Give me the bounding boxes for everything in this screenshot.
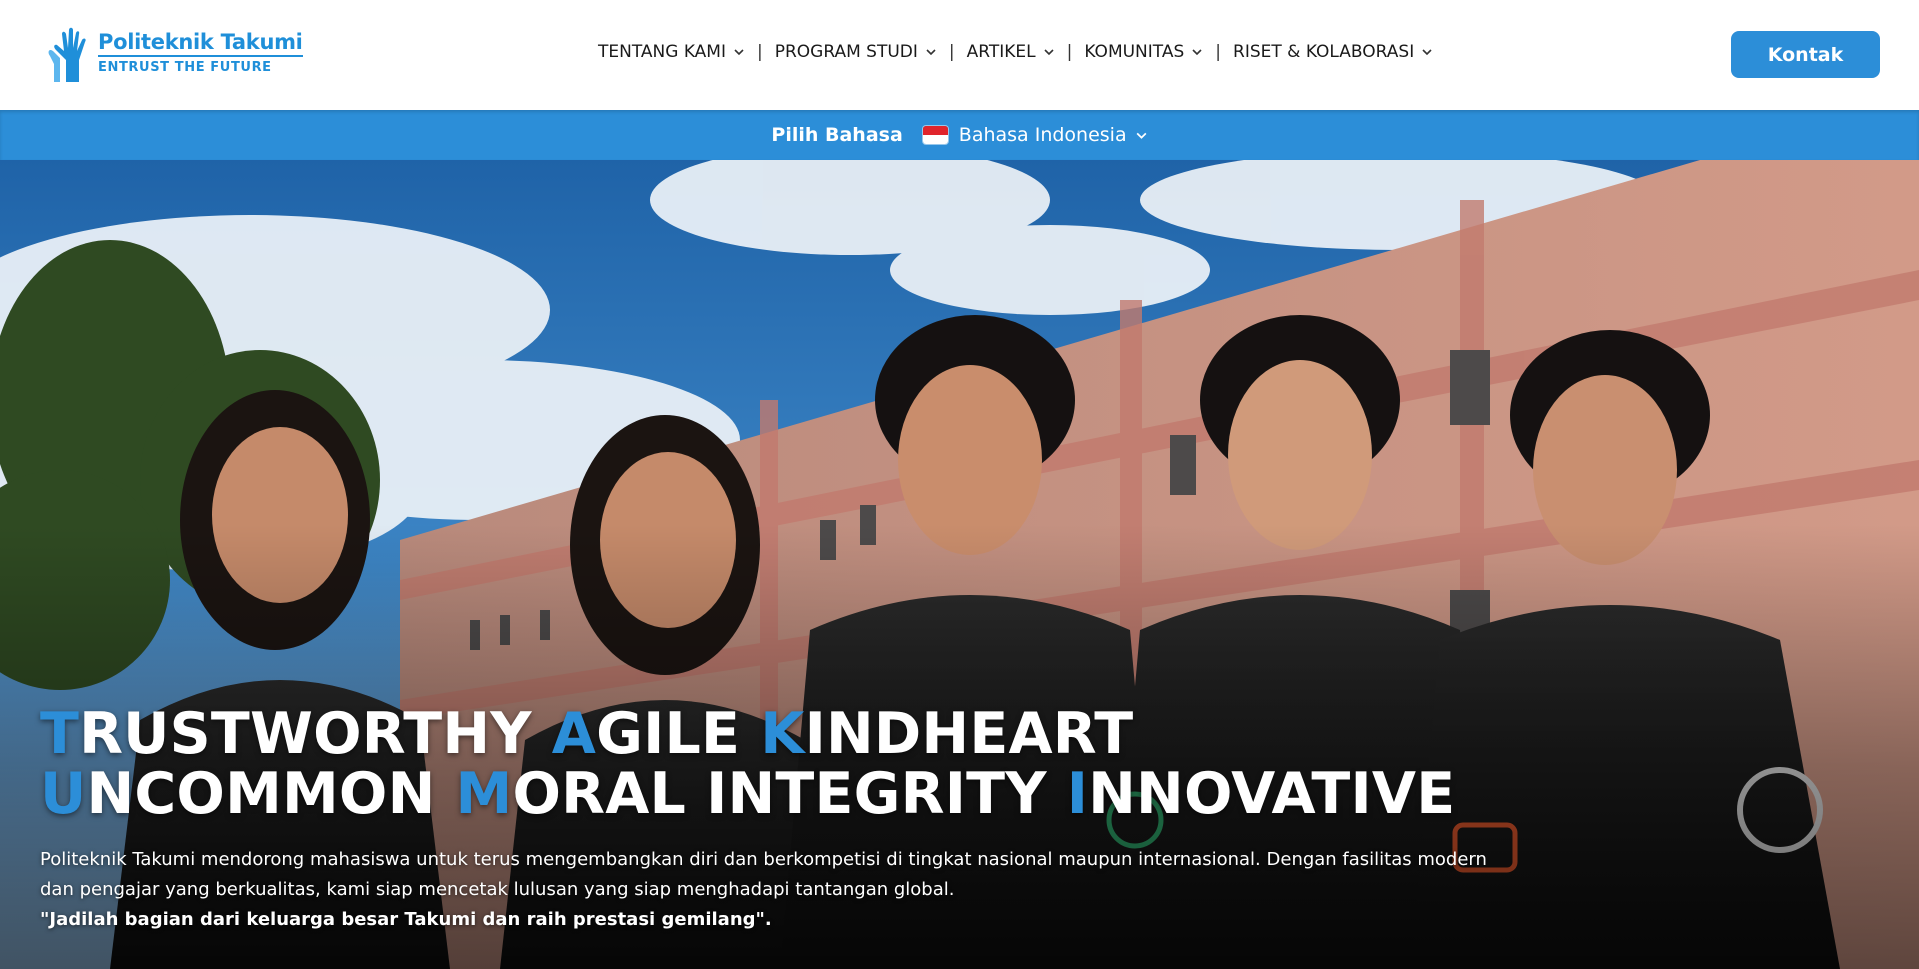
- tagline-initial: U: [40, 761, 87, 827]
- site-header: Politeknik Takumi ENTRUST THE FUTURE TEN…: [0, 0, 1919, 110]
- nav-separator: |: [948, 42, 955, 62]
- tagline-word: INDHEART: [804, 701, 1134, 767]
- tagline-initial: A: [551, 701, 597, 767]
- tagline-word: GILE: [596, 701, 761, 767]
- tagline-initial: M: [455, 761, 513, 827]
- language-label: Pilih Bahasa: [771, 124, 903, 146]
- tagline-initial: T: [40, 701, 80, 767]
- hero-banner: TRUSTWORTHY AGILE KINDHEART UNCOMMON MOR…: [0, 160, 1919, 969]
- nav-item-riset-kolaborasi[interactable]: RISET & KOLABORASI: [1233, 42, 1433, 62]
- tagline-word: NNOVATIVE: [1088, 761, 1456, 827]
- indonesia-flag-icon: [922, 126, 948, 144]
- tagline-line-1: TRUSTWORTHY AGILE KINDHEART: [40, 704, 1455, 764]
- hero-tagline: TRUSTWORTHY AGILE KINDHEART UNCOMMON MOR…: [40, 704, 1455, 824]
- nav-item-label: ARTIKEL: [966, 42, 1036, 62]
- site-logo[interactable]: Politeknik Takumi ENTRUST THE FUTURE: [44, 26, 303, 84]
- nav-item-label: PROGRAM STUDI: [774, 42, 918, 62]
- chevron-down-icon: [1044, 49, 1054, 56]
- nav-item-artikel[interactable]: ARTIKEL: [967, 42, 1055, 62]
- tagline-initial: K: [760, 701, 805, 767]
- nav-separator: |: [1215, 42, 1222, 62]
- contact-button[interactable]: Kontak: [1731, 31, 1880, 78]
- nav-separator: |: [757, 42, 763, 62]
- chevron-down-icon: [926, 49, 936, 56]
- hands-logo-icon: [48, 27, 86, 82]
- nav-item-komunitas[interactable]: KOMUNITAS: [1084, 42, 1203, 62]
- brand-name: Politeknik Takumi: [98, 30, 303, 57]
- hero-description: Politeknik Takumi mendorong mahasiswa un…: [40, 849, 1487, 900]
- chevron-down-icon: [1136, 132, 1147, 139]
- nav-item-label: RISET & KOLABORASI: [1233, 42, 1415, 62]
- chevron-down-icon: [1192, 49, 1202, 56]
- nav-item-label: KOMUNITAS: [1084, 42, 1185, 62]
- nav-item-tentang-kami[interactable]: TENTANG KAMI: [598, 42, 745, 62]
- chevron-down-icon: [734, 49, 744, 56]
- brand-tagline: ENTRUST THE FUTURE: [98, 60, 272, 75]
- selected-language: Bahasa Indonesia: [958, 124, 1127, 146]
- main-nav: TENTANG KAMI | PROGRAM STUDI | ARTIKEL |…: [598, 42, 1433, 62]
- nav-separator: |: [1066, 42, 1073, 62]
- language-bar: Pilih Bahasa Bahasa Indonesia: [0, 110, 1919, 160]
- language-selector[interactable]: Bahasa Indonesia: [922, 124, 1148, 146]
- tagline-word: NCOMMON: [86, 761, 456, 827]
- tagline-word: ORAL INTEGRITY: [512, 761, 1067, 827]
- tagline-initial: I: [1066, 761, 1089, 827]
- chevron-down-icon: [1422, 49, 1432, 56]
- tagline-line-2: UNCOMMON MORAL INTEGRITY INNOVATIVE: [40, 764, 1455, 824]
- hero-quote: "Jadilah bagian dari keluarga besar Taku…: [40, 909, 772, 930]
- logo-text: Politeknik Takumi ENTRUST THE FUTURE: [98, 30, 303, 75]
- tagline-word: RUSTWORTHY: [79, 701, 552, 767]
- nav-item-label: TENTANG KAMI: [598, 42, 726, 62]
- nav-item-program-studi[interactable]: PROGRAM STUDI: [775, 42, 937, 62]
